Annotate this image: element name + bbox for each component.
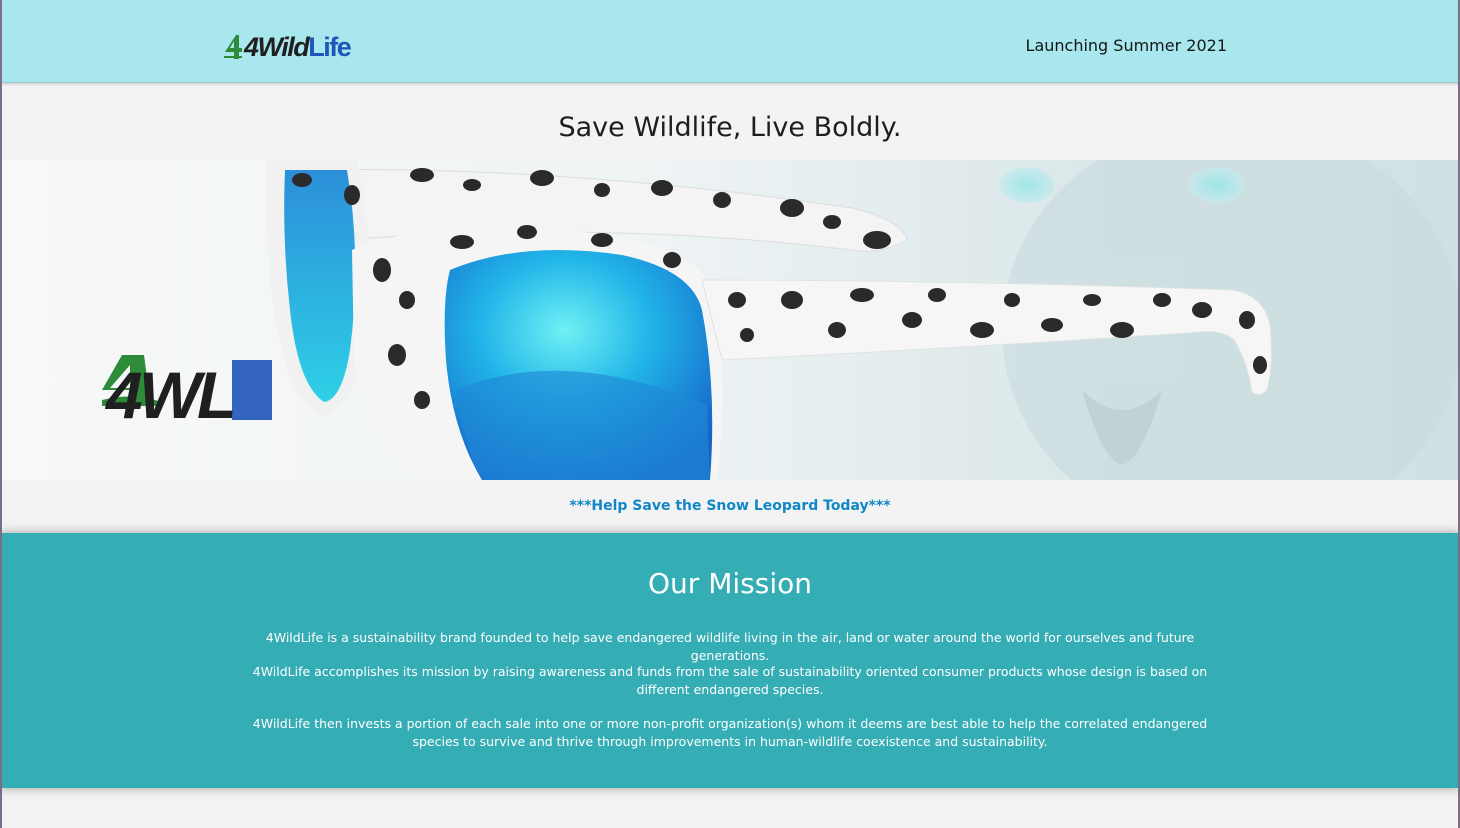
brand-logo[interactable]: 4Wild Life [222,30,352,64]
logo-text-life: Life [308,31,352,62]
logo-text-wild: 4Wild [244,31,310,62]
mission-paragraph-3: 4WildLife then invests a portion of each… [252,716,1208,749]
hero-banner: 4WL [2,160,1458,480]
hero-logo-text: 4WL [104,358,234,432]
mission-heading: Our Mission [648,567,812,600]
mission-section: Our Mission 4WildLife is a sustainabilit… [0,533,1460,788]
launch-announcement: Launching Summer 2021 [1025,36,1227,55]
mission-paragraph-2: 4WildLife accomplishes its mission by ra… [252,664,1208,697]
logo-mark-icon [224,35,242,59]
top-bar: 4Wild Life Launching Summer 2021 [0,0,1460,83]
mission-paragraph-1: 4WildLife is a sustainability brand foun… [265,630,1195,663]
help-snow-leopard-link[interactable]: ***Help Save the Snow Leopard Today*** [0,498,1460,514]
page-tagline: Save Wildlife, Live Boldly. [558,112,902,143]
hero-sunglasses-image: 4WL [102,160,1458,480]
